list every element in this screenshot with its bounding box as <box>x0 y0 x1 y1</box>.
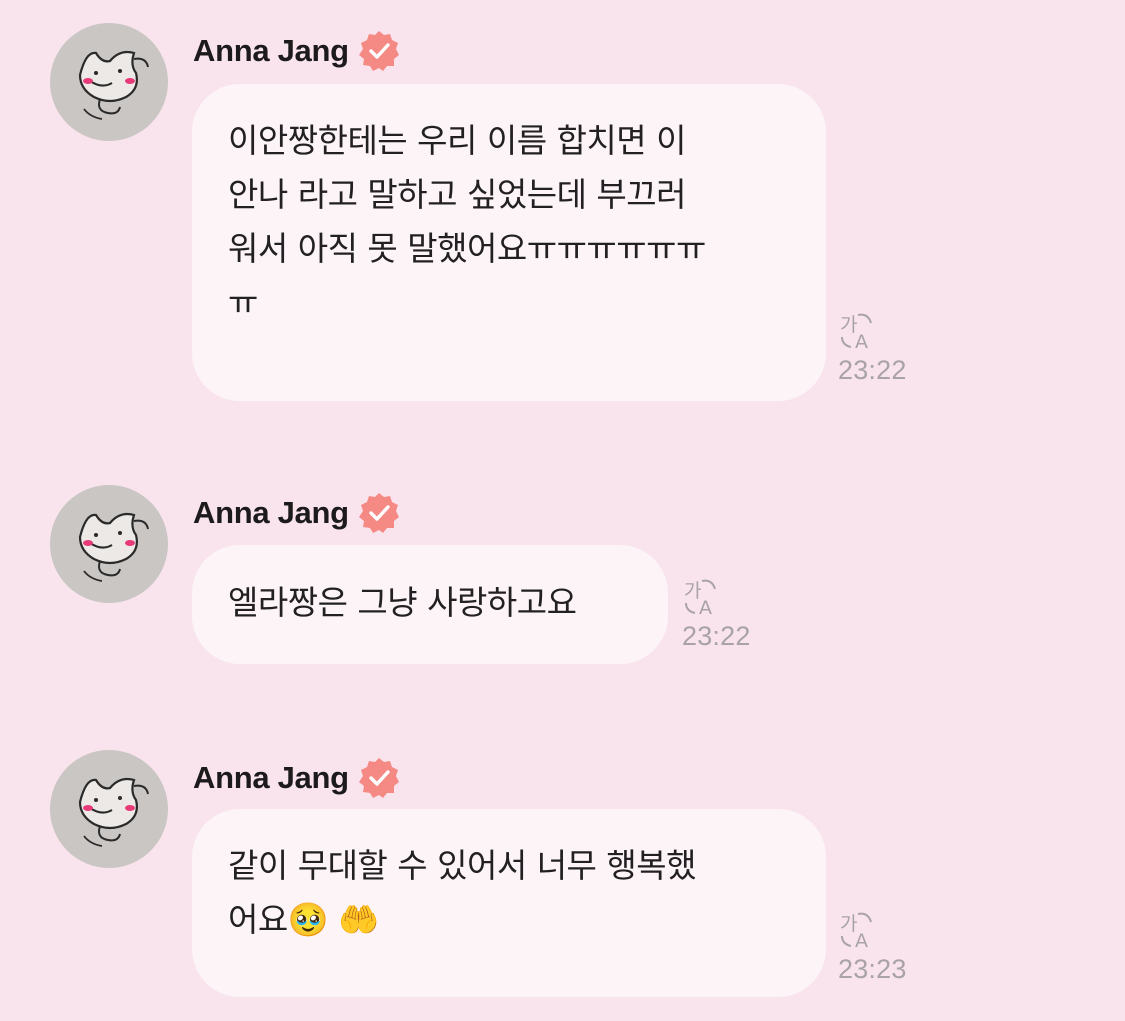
message-bubble[interactable]: 엘라짱은 그냥 사랑하고요 <box>192 545 668 664</box>
timestamp: 23:22 <box>838 355 907 385</box>
avatar[interactable] <box>50 23 168 141</box>
translate-icon[interactable]: 가 A <box>838 906 882 950</box>
message-bubble[interactable]: 이안짱한테는 우리 이름 합치면 이 안나 라고 말하고 싶었는데 부끄러 워서… <box>192 84 826 401</box>
svg-text:A: A <box>699 597 712 617</box>
message-meta: 가 A 23:22 <box>838 307 928 386</box>
timestamp: 23:23 <box>838 954 907 984</box>
message-group: Anna Jang 같이 무대할 수 있어서 너무 행복했 어요🥹 🤲 가 A … <box>0 750 1125 1010</box>
cat-drawing-icon <box>78 777 149 847</box>
sender-row: Anna Jang <box>193 493 401 533</box>
cat-drawing-icon <box>78 50 149 120</box>
cat-drawing-icon <box>78 512 149 582</box>
sender-row: Anna Jang <box>193 31 401 71</box>
sender-row: Anna Jang <box>193 758 401 798</box>
verified-badge-icon <box>358 31 399 71</box>
verified-badge-icon <box>358 758 399 798</box>
message-meta: 가 A 23:22 <box>682 573 772 652</box>
translate-icon[interactable]: 가 A <box>682 573 726 617</box>
timestamp: 23:22 <box>682 621 751 651</box>
message-meta: 가 A 23:23 <box>838 906 928 985</box>
message-group: Anna Jang 이안짱한테는 우리 이름 합치면 이 안나 라고 말하고 싶… <box>0 23 1125 403</box>
sender-name[interactable]: Anna Jang <box>193 760 349 796</box>
avatar[interactable] <box>50 485 168 603</box>
svg-text:A: A <box>855 930 868 950</box>
message-bubble[interactable]: 같이 무대할 수 있어서 너무 행복했 어요🥹 🤲 <box>192 809 826 997</box>
sender-name[interactable]: Anna Jang <box>193 33 349 69</box>
message-group: Anna Jang 엘라짱은 그냥 사랑하고요 가 A 23:22 <box>0 485 1125 665</box>
sender-name[interactable]: Anna Jang <box>193 495 349 531</box>
verified-badge-icon <box>358 493 399 533</box>
svg-text:A: A <box>855 331 868 351</box>
avatar[interactable] <box>50 750 168 868</box>
translate-icon[interactable]: 가 A <box>838 307 882 351</box>
